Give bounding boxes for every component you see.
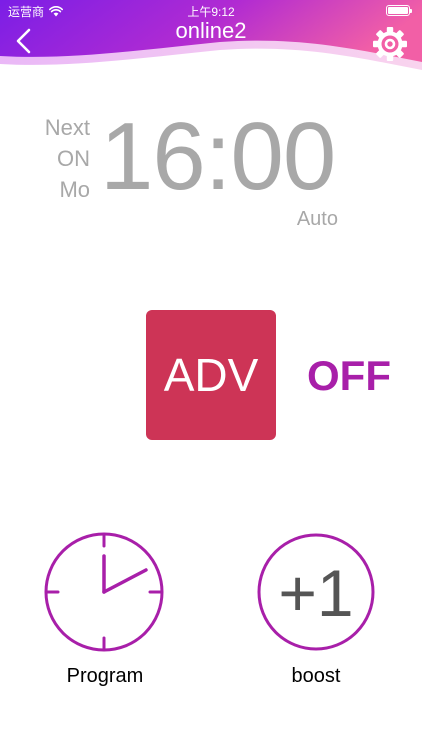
boost-button[interactable]: +1 [256, 532, 376, 652]
battery-tip [410, 9, 412, 13]
settings-button[interactable] [372, 26, 408, 62]
battery-fill [388, 7, 408, 14]
header: 运营商 上午9:12 online2 [0, 0, 422, 80]
adv-button[interactable]: ADV [146, 310, 276, 440]
status-bar: 运营商 上午9:12 [0, 0, 422, 20]
program-button[interactable] [42, 530, 166, 654]
boost-plus-one-text: +1 [278, 556, 353, 630]
next-event-label: Next ON Mo [45, 112, 90, 205]
program-label: Program [66, 665, 144, 687]
boost-plus-one-icon: +1 [257, 533, 375, 651]
page-title: online2 [175, 18, 247, 43]
next-line: Next [44, 115, 90, 140]
boost-label: boost [291, 665, 341, 687]
next-state-line: ON [57, 146, 90, 171]
battery-icon [386, 5, 412, 16]
adv-state-label: OFF [307, 352, 391, 399]
next-day-line: Mo [59, 177, 90, 202]
mode-label: Auto [296, 208, 338, 230]
clock-icon [44, 532, 164, 652]
next-event-time: 16:00 [100, 103, 336, 210]
gear-icon [373, 27, 407, 61]
